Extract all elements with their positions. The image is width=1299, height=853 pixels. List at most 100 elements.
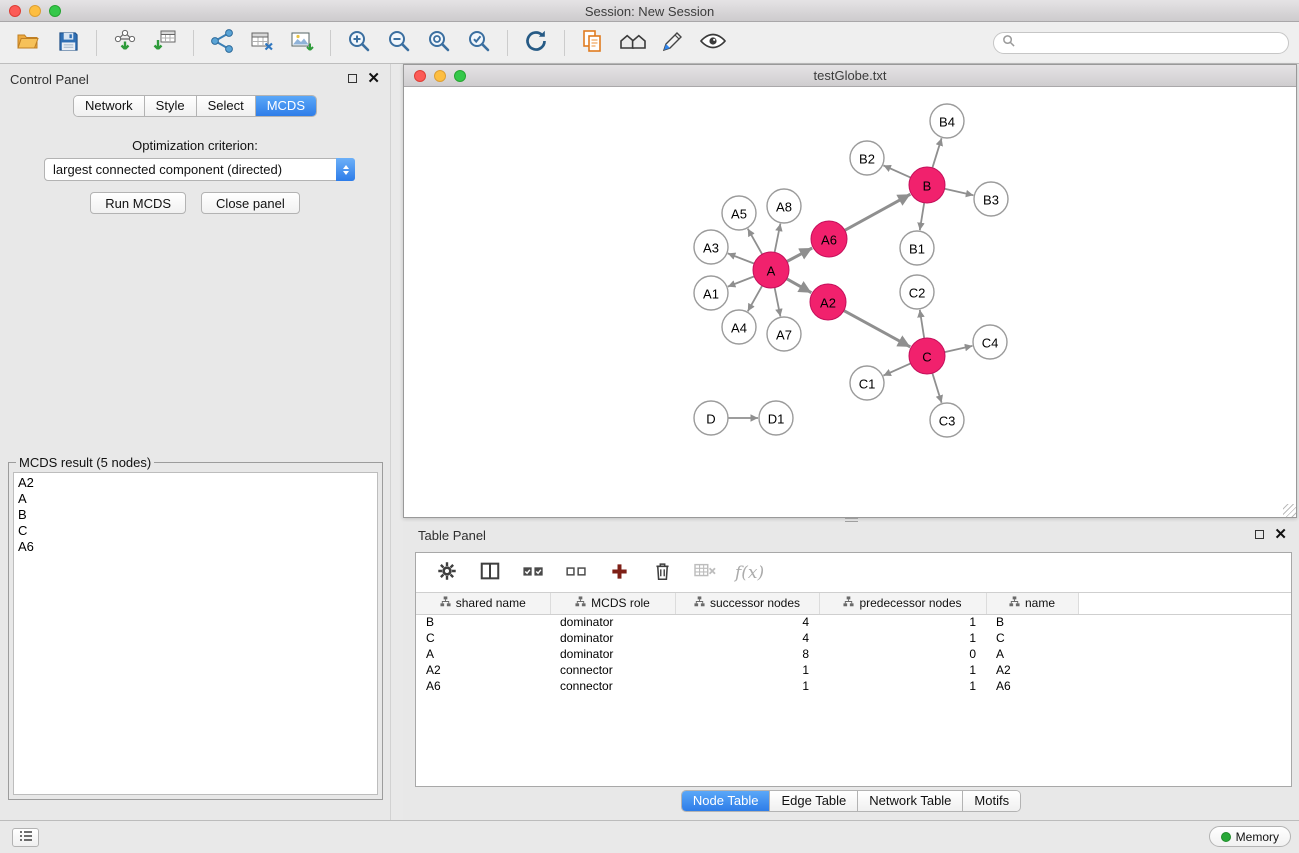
graph-node-C3[interactable]: C3 [930, 403, 964, 437]
table-cell[interactable]: 1 [675, 678, 819, 694]
table-cell[interactable]: 1 [819, 630, 986, 646]
graph-edge-A-A6[interactable] [787, 248, 812, 262]
graph-node-A6[interactable]: A6 [811, 221, 847, 257]
graph-node-D1[interactable]: D1 [759, 401, 793, 435]
tab-node-table[interactable]: Node Table [682, 791, 770, 811]
graph-node-C[interactable]: C [909, 338, 945, 374]
table-cell[interactable]: A2 [416, 662, 550, 678]
mcds-result-list[interactable]: A2ABCA6 [13, 472, 378, 795]
graph-node-A8[interactable]: A8 [767, 189, 801, 223]
table-row[interactable]: A6connector11A6 [416, 678, 1291, 694]
columns-button[interactable] [477, 559, 503, 587]
graph-edge-B-B4[interactable] [932, 138, 941, 168]
table-cell[interactable]: 1 [819, 662, 986, 678]
gear-button[interactable] [434, 559, 460, 587]
close-table-panel-icon[interactable]: ✕ [1274, 529, 1287, 540]
graph-edge-C-C2[interactable] [920, 310, 924, 338]
table-cell[interactable]: 1 [819, 678, 986, 694]
task-history-button[interactable] [12, 828, 39, 847]
graph-edge-C-C3[interactable] [932, 373, 941, 403]
graph-edge-A-A7[interactable] [775, 288, 781, 317]
float-table-panel-icon[interactable] [1255, 530, 1264, 539]
network-minimize-button[interactable] [434, 70, 446, 82]
graph-edge-A-A2[interactable] [787, 279, 812, 293]
style-pen-button[interactable] [653, 26, 693, 60]
open-folder-button[interactable] [8, 26, 48, 60]
table-cell[interactable]: dominator [550, 630, 675, 646]
table-cell[interactable]: A6 [986, 678, 1078, 694]
criterion-dropdown[interactable]: largest connected component (directed) [44, 158, 355, 181]
graph-edge-B-B3[interactable] [945, 189, 974, 195]
home-button[interactable] [613, 26, 653, 60]
import-network-button[interactable] [105, 26, 145, 60]
mcds-result-item[interactable]: B [18, 507, 373, 523]
table-cell[interactable]: A2 [986, 662, 1078, 678]
network-close-button[interactable] [414, 70, 426, 82]
graph-node-B4[interactable]: B4 [930, 104, 964, 138]
graph-edge-A6-B[interactable] [845, 194, 911, 230]
mcds-result-item[interactable]: A2 [18, 475, 373, 491]
tab-network[interactable]: Network [74, 96, 144, 116]
graph-node-C1[interactable]: C1 [850, 366, 884, 400]
table-cell[interactable]: A [986, 646, 1078, 662]
table-cell[interactable]: 1 [819, 614, 986, 630]
column-header-successor-nodes[interactable]: successor nodes [675, 593, 819, 614]
table-cell[interactable]: connector [550, 678, 675, 694]
table-row[interactable]: Bdominator41B [416, 614, 1291, 630]
graph-node-A4[interactable]: A4 [722, 310, 756, 344]
graph-node-B[interactable]: B [909, 167, 945, 203]
column-header-shared-name[interactable]: shared name [416, 593, 550, 614]
tab-style[interactable]: Style [144, 96, 196, 116]
search-input[interactable] [1020, 36, 1280, 50]
table-cell[interactable]: 1 [675, 662, 819, 678]
table-row[interactable]: Cdominator41C [416, 630, 1291, 646]
select-all-button[interactable] [520, 559, 546, 587]
table-cell[interactable]: 0 [819, 646, 986, 662]
graph-edge-A-A5[interactable] [748, 229, 762, 255]
close-panel-button[interactable]: Close panel [201, 192, 300, 214]
graph-node-A[interactable]: A [753, 252, 789, 288]
delete-table-button[interactable] [692, 559, 718, 587]
table-cell[interactable]: dominator [550, 646, 675, 662]
window-resize-grip[interactable] [1283, 504, 1296, 517]
network-zoom-button[interactable] [454, 70, 466, 82]
table-cell[interactable]: A [416, 646, 550, 662]
new-network-button[interactable] [202, 26, 242, 60]
network-table-button[interactable] [242, 26, 282, 60]
eye-button[interactable] [693, 26, 733, 60]
graph-node-B3[interactable]: B3 [974, 182, 1008, 216]
close-panel-icon[interactable]: ✕ [367, 73, 380, 84]
table-cell[interactable]: C [416, 630, 550, 646]
table-row[interactable]: Adominator80A [416, 646, 1291, 662]
mcds-result-item[interactable]: A6 [18, 539, 373, 555]
column-header-name[interactable]: name [986, 593, 1078, 614]
tab-mcds[interactable]: MCDS [255, 96, 316, 116]
copy-document-button[interactable] [573, 26, 613, 60]
tab-select[interactable]: Select [196, 96, 255, 116]
graph-edge-C-C4[interactable] [945, 346, 973, 352]
graph-edge-A-A1[interactable] [728, 276, 754, 286]
column-header-mcds-role[interactable]: MCDS role [550, 593, 675, 614]
run-mcds-button[interactable]: Run MCDS [90, 192, 186, 214]
import-table-button[interactable] [145, 26, 185, 60]
graph-node-B2[interactable]: B2 [850, 141, 884, 175]
graph-edge-C-C1[interactable] [883, 363, 910, 375]
table-row[interactable]: A2connector11A2 [416, 662, 1291, 678]
add-column-button[interactable] [606, 559, 632, 587]
zoom-fit-button[interactable] [419, 26, 459, 60]
zoom-selected-button[interactable] [459, 26, 499, 60]
deselect-all-button[interactable] [563, 559, 589, 587]
graph-node-A2[interactable]: A2 [810, 284, 846, 320]
graph-edge-A2-C[interactable] [844, 311, 911, 347]
mcds-result-item[interactable]: A [18, 491, 373, 507]
graph-edge-A-A4[interactable] [748, 286, 762, 312]
graph-node-B1[interactable]: B1 [900, 231, 934, 265]
tab-network-table[interactable]: Network Table [857, 791, 962, 811]
zoom-out-button[interactable] [379, 26, 419, 60]
table-cell[interactable]: connector [550, 662, 675, 678]
refresh-layout-button[interactable] [516, 26, 556, 60]
tab-motifs[interactable]: Motifs [962, 791, 1020, 811]
graph-node-A5[interactable]: A5 [722, 196, 756, 230]
network-canvas[interactable]: B4B2BB3A5A8A6B1A3AC2A1A2A4A7C4CC1C3DD1 [404, 87, 1296, 517]
graph-node-A3[interactable]: A3 [694, 230, 728, 264]
